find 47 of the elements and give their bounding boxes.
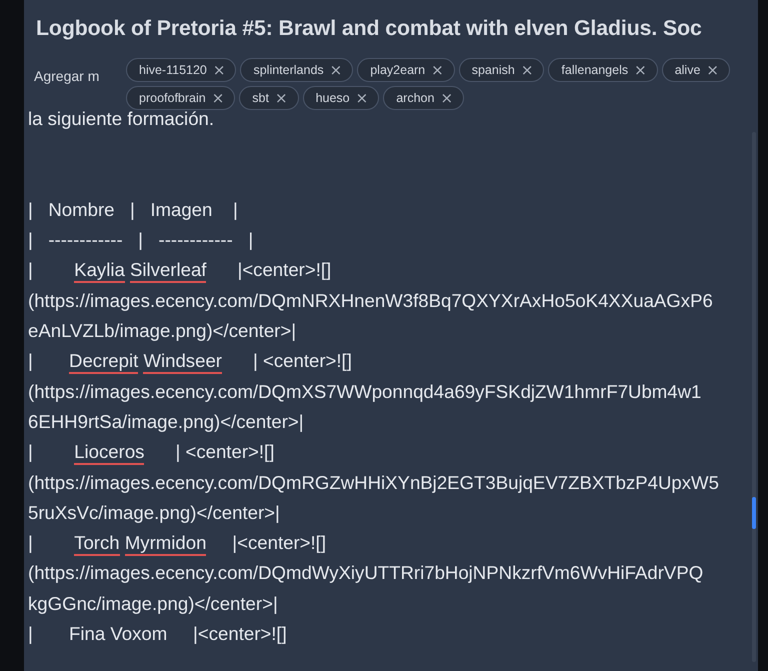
remove-tag-button[interactable]: × <box>706 62 719 78</box>
editor-text: |<center>![] <box>236 258 332 282</box>
remove-tag-button[interactable]: × <box>330 62 342 78</box>
tag-label: splinterlands <box>253 63 324 77</box>
editor-text: | <box>28 531 34 556</box>
remove-tag-button[interactable]: × <box>212 62 226 78</box>
editor-text: | <box>28 258 34 282</box>
remove-tag-button[interactable]: × <box>212 90 224 106</box>
editor-text: (https://images.ecency.com/DQmNRXHnenW3f8Bq7QXYXrAxHo5oK4XXuaAGxP6 <box>28 288 713 313</box>
editor-text: eAnLVZLb/image.png)</center>| <box>28 319 296 344</box>
editor-text: (https://images.ecency.com/DQmRGZwHHiXYnBj2EGT3BujqEV7ZBXTbzP4UpxW5 <box>28 470 719 495</box>
tag-label: alive <box>674 63 700 77</box>
tag-label: play2earn <box>370 63 426 77</box>
remove-tag-button[interactable]: × <box>440 90 454 106</box>
tag-label: hive-115120 <box>139 63 207 77</box>
remove-tag-button[interactable]: × <box>274 90 288 106</box>
editor-line: la siguiente formación. <box>28 107 216 131</box>
misspelled-text: Kaylia Silverleaf <box>74 258 206 284</box>
tag-label: sbt <box>252 91 269 105</box>
tag-label: fallenangels <box>561 63 628 77</box>
editor-text: | <box>28 440 34 464</box>
editor-text: (https://images.ecency.com/DQmdWyXiyUTTRri7bHojNPNkzrfVm6WvHiFAdrVPQ <box>28 561 704 586</box>
tag-label: spanish <box>472 63 515 77</box>
remove-tag-button[interactable]: × <box>431 62 444 78</box>
editor-text: (https://images.ecency.com/DQmXS7WWponnqd4a69yFSKdjZW1hmrF7Ubm4w1 <box>28 380 702 404</box>
tag-label: proofofbrain <box>139 91 206 105</box>
editor-text: | <box>28 349 34 374</box>
remove-tag-button[interactable]: × <box>356 90 368 106</box>
misspelled-text: Decrepit Windseer <box>69 349 222 374</box>
editor-text: | ------------ | ------------ | <box>28 228 254 252</box>
tag-label: archon <box>396 91 434 105</box>
tag-label: hueso <box>316 91 350 105</box>
editor-text: 5ruXsVc/image.png)</center>| <box>28 500 280 525</box>
misspelled-text: Lioceros <box>74 440 144 466</box>
remove-tag-button[interactable]: × <box>520 62 534 78</box>
editor-text: |<center>![] <box>231 531 326 556</box>
tag-input-field[interactable]: Agregar m <box>34 64 116 84</box>
editor-text: kgGGnc/image.png)</center>| <box>28 592 278 616</box>
scrollbar-thumb[interactable] <box>752 497 756 529</box>
post-title: Logbook of Pretoria #5: Brawl and combat with elven Gladius. Soc <box>36 16 703 41</box>
editor-text: 6EHH9rtSa/image.png)</center>| <box>28 410 304 434</box>
editor-text: | Nombre | Imagen | <box>28 198 238 222</box>
remove-tag-button[interactable]: × <box>634 62 647 78</box>
misspelled-text: Torch Myrmidon <box>74 531 206 556</box>
editor-text: | Fina Voxom |<center>![] <box>28 622 287 646</box>
editor-text: | <center>![] <box>174 440 274 464</box>
editor-text: | <center>![] <box>252 349 352 374</box>
